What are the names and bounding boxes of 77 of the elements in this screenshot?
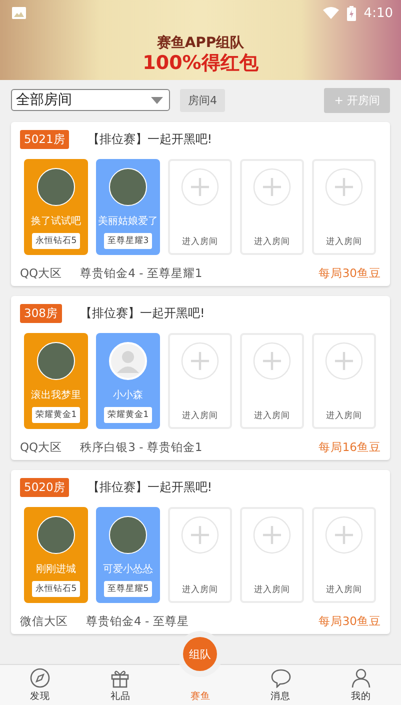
player-name: 小小森	[113, 388, 143, 402]
region-label: 微信大区	[20, 614, 68, 628]
empty-slot[interactable]: 进入房间	[312, 507, 376, 603]
plus-icon	[325, 342, 363, 380]
player-rank-tag: 至尊星耀5	[104, 581, 152, 597]
plus-icon	[181, 168, 219, 206]
join-room-label: 进入房间	[182, 236, 218, 248]
player-slot[interactable]: 可爱小怂怂 至尊星耀5	[96, 507, 160, 603]
image-icon	[12, 7, 26, 19]
player-rank-tag: 永恒钻石5	[32, 233, 80, 249]
banner-subline: 100%得红包	[142, 52, 258, 74]
join-room-label: 进入房间	[326, 236, 362, 248]
room-title: 【排位赛】一起开黑吧!	[87, 479, 212, 496]
status-time: 4:10	[364, 6, 393, 20]
wifi-icon	[322, 7, 339, 19]
player-rank-tag: 至尊星耀3	[104, 233, 152, 249]
player-slot[interactable]: 刚刚进城 永恒钻石5	[24, 507, 88, 603]
room-title: 【排位赛】一起开黑吧!	[80, 305, 205, 322]
empty-slot[interactable]: 进入房间	[168, 507, 232, 603]
join-room-label: 进入房间	[326, 410, 362, 422]
region-label: QQ大区	[20, 266, 62, 280]
compass-icon	[30, 668, 50, 688]
join-room-label: 进入房间	[254, 584, 290, 596]
player-rank-tag: 永恒钻石5	[32, 581, 80, 597]
room-title: 【排位赛】一起开黑吧!	[87, 131, 212, 148]
rank-range: 秩序白银3 - 尊贵铂金1	[80, 440, 202, 454]
player-name: 换了试试吧	[31, 214, 81, 228]
join-room-label: 进入房间	[182, 410, 218, 422]
plus-icon	[253, 516, 291, 554]
plus-icon	[253, 342, 291, 380]
join-room-label: 进入房间	[254, 236, 290, 248]
room-number-badge: 5021房	[20, 130, 70, 149]
chat-bubble-icon	[270, 668, 291, 688]
person-icon	[350, 668, 371, 688]
room-number-badge: 308房	[20, 304, 62, 323]
plus-icon	[181, 516, 219, 554]
empty-slot[interactable]: 进入房间	[240, 507, 304, 603]
join-room-label: 进入房间	[326, 584, 362, 596]
empty-slot[interactable]: 进入房间	[312, 333, 376, 429]
player-slot[interactable]: 滚出我梦里 荣耀黄金1	[24, 333, 88, 429]
rank-range: 尊贵铂金4 - 至尊星	[86, 614, 189, 628]
rank-range: 尊贵铂金4 - 至尊星耀1	[80, 266, 202, 280]
empty-slot[interactable]: 进入房间	[240, 159, 304, 255]
player-name: 可爱小怂怂	[103, 562, 153, 576]
banner-headline: 赛鱼APP组队	[156, 34, 244, 52]
player-slot[interactable]: 换了试试吧 永恒钻石5	[24, 159, 88, 255]
room-filter-select[interactable]: 全部房间	[11, 89, 170, 111]
room-count: 房间4	[180, 88, 225, 112]
plus-icon	[181, 342, 219, 380]
nav-tab[interactable]: 我的	[320, 665, 401, 705]
battery-icon	[346, 6, 356, 20]
player-slot[interactable]: 美丽姑娘爱了 至尊星耀3	[96, 159, 160, 255]
price-label: 每局16鱼豆	[318, 440, 381, 454]
plus-icon	[325, 516, 363, 554]
region-label: QQ大区	[20, 440, 62, 454]
empty-slot[interactable]: 进入房间	[312, 159, 376, 255]
player-rank-tag: 荣耀黄金1	[104, 407, 152, 423]
room-number-badge: 5020房	[20, 478, 70, 497]
empty-slot[interactable]: 进入房间	[168, 159, 232, 255]
join-room-label: 进入房间	[182, 584, 218, 596]
player-slot[interactable]: 小小森 荣耀黄金1	[96, 333, 160, 429]
nav-tab[interactable]: 发现	[0, 665, 80, 705]
player-name: 刚刚进城	[36, 562, 76, 576]
plus-icon	[325, 168, 363, 206]
join-room-label: 进入房间	[254, 410, 290, 422]
player-rank-tag: 荣耀黄金1	[32, 407, 80, 423]
caret-icon	[151, 96, 163, 104]
empty-slot[interactable]: 进入房间	[168, 333, 232, 429]
player-name: 滚出我梦里	[31, 388, 81, 402]
nav-tab[interactable]: 消息	[240, 665, 321, 705]
gift-icon	[110, 668, 130, 688]
price-label: 每局30鱼豆	[318, 614, 381, 628]
player-name: 美丽姑娘爱了	[98, 214, 158, 228]
empty-slot[interactable]: 进入房间	[240, 333, 304, 429]
nav-tab[interactable]: 礼品	[80, 665, 160, 705]
price-label: 每局30鱼豆	[318, 266, 381, 280]
plus-icon	[253, 168, 291, 206]
